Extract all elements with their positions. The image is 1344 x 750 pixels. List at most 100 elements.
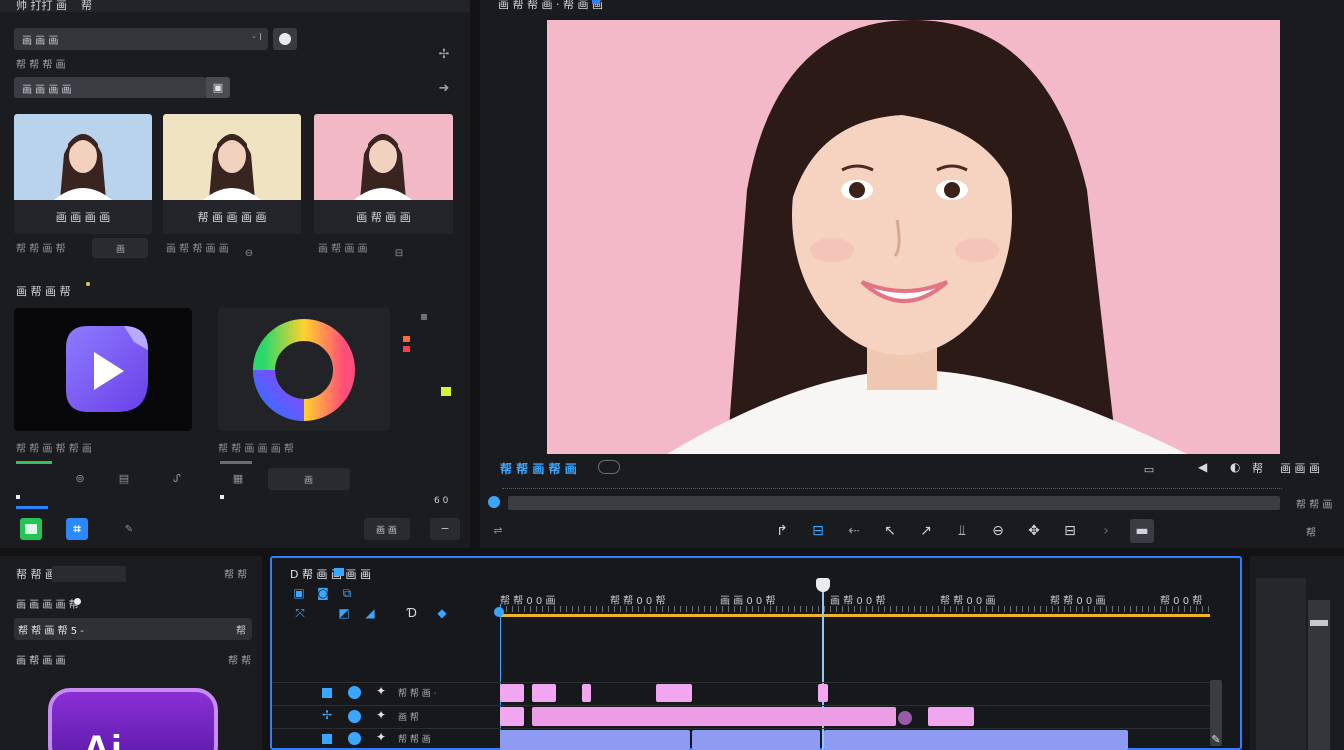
swatch-red[interactable] (403, 346, 410, 352)
right-tool-4[interactable]: 画 画 画 (1280, 460, 1320, 476)
swatch-gray[interactable] (421, 314, 427, 320)
tool-g-icon[interactable]: ⊖ (986, 519, 1010, 543)
tool-j-icon[interactable]: › (1094, 519, 1118, 543)
prop-row-1-chip (52, 566, 126, 582)
tool-c-icon[interactable]: ⇠ (842, 519, 866, 543)
clip-v1-c[interactable] (582, 684, 591, 702)
clip-a1-b[interactable] (692, 730, 820, 750)
tool-i-icon[interactable]: ⊟ (1058, 519, 1082, 543)
track-3-globe-icon[interactable] (348, 732, 361, 745)
link-icon[interactable]: ⊖ (242, 246, 256, 260)
preset-card-1[interactable]: 画 画 画 画 (14, 114, 152, 234)
clip-v1-d[interactable] (656, 684, 692, 702)
mini-button[interactable]: 画 画 (364, 518, 410, 540)
clip-v2-c[interactable] (928, 707, 974, 726)
clip-v2-b[interactable] (532, 707, 896, 726)
right-tool-2[interactable]: ◐ (1230, 460, 1240, 474)
tool-f-icon[interactable]: ⫫ (950, 519, 974, 543)
tool-d-icon[interactable]: ↖ (878, 519, 902, 543)
video-preview[interactable] (547, 20, 1280, 454)
toggle-icon[interactable] (598, 460, 620, 474)
playhead-handle[interactable] (816, 578, 830, 592)
tl-tool-2-icon[interactable]: ◙ (316, 586, 330, 600)
pin-icon[interactable]: ✢ (434, 44, 454, 64)
filter-input[interactable]: 画 画 画 画 (14, 77, 206, 98)
lock-icon[interactable]: ⊟ (392, 246, 406, 260)
screen-icon[interactable]: ▭ (1140, 462, 1158, 476)
right-tool-3[interactable]: 帮 (1252, 460, 1263, 476)
scrubber-dots (502, 488, 1282, 492)
tl-tool-1-icon[interactable]: ▣ (292, 586, 306, 600)
list-icon[interactable]: ▤ (116, 470, 132, 486)
effect-card-1[interactable] (14, 308, 192, 431)
preset-card-3[interactable]: 画 帮 画 画 (314, 114, 453, 234)
timeline-title-accent (334, 568, 344, 576)
work-area-bar[interactable] (500, 614, 1210, 617)
tool-icon[interactable]: ✎ (120, 520, 138, 538)
info-icon[interactable] (273, 28, 297, 50)
tl-tool-3-icon[interactable]: ⧉ (340, 586, 354, 600)
snap-icon[interactable]: ⇌ (490, 522, 506, 538)
clip-a1-a[interactable] (500, 730, 690, 750)
tool-e-icon[interactable]: ↗ (914, 519, 938, 543)
slider-2[interactable] (220, 461, 252, 464)
indicator-1 (16, 495, 20, 499)
preset-control-button[interactable]: 画 (92, 238, 148, 258)
track-1-eye-icon[interactable]: ✦ (376, 684, 386, 698)
tl-tool-4-icon[interactable]: ⤧ (292, 606, 308, 620)
grid-icon[interactable]: ▦ (230, 470, 246, 486)
tl-tool-8-icon[interactable]: ◆ (434, 606, 450, 620)
timecode: 帮 帮 画 帮 画 (500, 462, 577, 476)
copy-icon[interactable]: ⊚ (72, 470, 88, 486)
range-start-icon[interactable] (494, 607, 504, 617)
clip-v1-b[interactable] (532, 684, 556, 702)
corner-tool[interactable]: 帮 (1306, 524, 1316, 539)
mini-button-label: 画 画 (376, 526, 397, 536)
clip-v2-a[interactable] (500, 707, 524, 726)
app-logo[interactable]: Ai (48, 688, 218, 750)
progress-mini (16, 506, 48, 509)
search-input[interactable]: 画 画 画 - I (14, 28, 268, 50)
track-3-square-icon[interactable] (322, 734, 332, 744)
clip-v2-marker[interactable] (898, 711, 912, 725)
arrow-right-icon[interactable]: ➜ (434, 78, 454, 98)
minus-button[interactable]: − (430, 518, 460, 540)
scrubber-track[interactable] (508, 496, 1280, 510)
clip-v1-e[interactable] (818, 684, 828, 702)
meter-fader[interactable] (1310, 620, 1328, 626)
prop-row-3[interactable]: 帮 帮 画 帮 5 - 帮 (14, 618, 252, 640)
zoom-indicator: 6 0 (434, 496, 449, 506)
tl-tool-5-icon[interactable]: ◩ (336, 606, 352, 620)
track-1-square-icon[interactable] (322, 688, 332, 698)
tl-tool-7-icon[interactable]: Ɗ (404, 606, 420, 620)
tool-b-icon[interactable]: ⊟ (806, 519, 830, 543)
track-1-globe-icon[interactable] (348, 686, 361, 699)
image-icon[interactable]: ▣ (206, 77, 230, 98)
wave-icon[interactable]: ᔑ (168, 470, 186, 486)
portrait-image (667, 20, 1187, 454)
prop-row-2: 画 画 画 画 帮 (16, 600, 79, 611)
effect-label-2: 帮 帮 画 画 画 帮 (218, 444, 294, 455)
right-tool-1[interactable]: ◀ (1198, 460, 1207, 474)
playhead-marker-icon[interactable] (488, 496, 500, 508)
effect-card-2[interactable] (218, 308, 390, 431)
track-2-globe-icon[interactable] (348, 710, 361, 723)
clip-a1-c[interactable] (824, 730, 1128, 750)
tool-h-icon[interactable]: ✥ (1022, 519, 1046, 543)
tool-a-icon[interactable]: ↱ (770, 519, 794, 543)
track-2-pin-icon[interactable]: ✢ (322, 708, 332, 722)
green-app-icon[interactable] (20, 518, 42, 540)
clip-v1-a[interactable] (500, 684, 524, 702)
swatch-lime[interactable] (441, 387, 451, 396)
preset-card-2[interactable]: 帮 画 画 画 画 (163, 114, 301, 234)
slider-1[interactable] (16, 461, 52, 464)
tool-k-icon[interactable]: ▬ (1130, 519, 1154, 543)
blue-app-icon[interactable]: ⌗ (66, 518, 88, 540)
effect-button[interactable]: 画 (268, 468, 350, 490)
swatch-orange[interactable] (403, 336, 410, 342)
tl-tool-6-icon[interactable]: ◢ (362, 606, 378, 620)
play-logo-icon (66, 326, 148, 412)
timeline-corner-icon[interactable]: ✎ (1208, 732, 1224, 746)
track-2-eye-icon[interactable]: ✦ (376, 708, 386, 722)
track-3-eye-icon[interactable]: ✦ (376, 730, 386, 744)
